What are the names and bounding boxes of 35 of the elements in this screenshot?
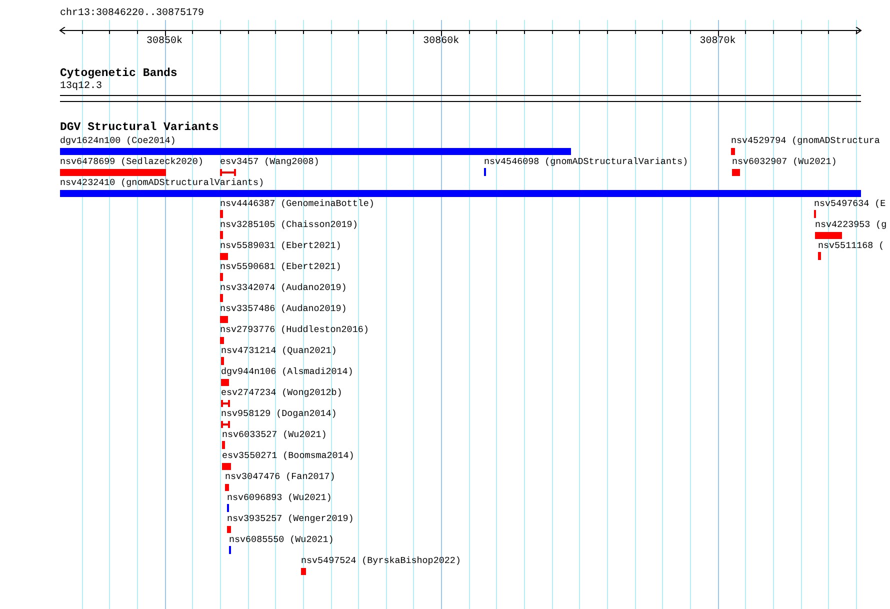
variant-label: esv3550271 (Boomsma2014) <box>222 450 354 462</box>
variant-label: esv2747234 (Wong2012b) <box>221 387 342 399</box>
variant-label: nsv2793776 (Huddleston2016) <box>220 324 369 336</box>
variant-label: nsv6096893 (Wu2021) <box>227 492 332 504</box>
track-title: Cytogenetic Bands <box>60 68 178 80</box>
variant-label: nsv4731214 (Quan2021) <box>221 345 337 357</box>
tick-label: 30870k <box>700 36 736 47</box>
variant-label: nsv4232410 (gnomADStructuralVariants) <box>60 177 264 189</box>
track-title: DGV Structural Variants <box>60 122 219 134</box>
variant-label: dgv1624n100 (Coe2014) <box>60 135 176 147</box>
variant-label: nsv5497524 (ByrskaBishop2022) <box>301 555 461 567</box>
variant-label: nsv5511168 ( <box>818 240 884 252</box>
tick-label: 30860k <box>423 36 460 47</box>
variant-label: nsv6478699 (Sedlazeck2020) <box>60 156 204 168</box>
variant-label: nsv4223953 (g <box>815 219 887 231</box>
variant-label: nsv3935257 (Wenger2019) <box>227 513 354 525</box>
variant-label: esv3457 (Wang2008) <box>220 156 320 168</box>
location-label: chr13:30846220..30875179 <box>60 8 204 20</box>
variant-label: nsv5590681 (Ebert2021) <box>220 261 342 273</box>
variant-label: nsv5589031 (Ebert2021) <box>220 240 342 252</box>
tick-label: 30850k <box>146 36 183 47</box>
variant-label: nsv6085550 (Wu2021) <box>229 534 334 546</box>
variant-label: nsv6033527 (Wu2021) <box>222 429 327 441</box>
variant-label: nsv3357486 (Audano2019) <box>220 303 347 315</box>
variant-label: nsv4529794 (gnomADStructura <box>731 135 880 147</box>
variant-label: nsv3285105 (Chaisson2019) <box>220 219 358 231</box>
variant-label: nsv3047476 (Fan2017) <box>225 471 336 483</box>
variant-label: nsv958129 (Dogan2014) <box>221 408 337 420</box>
variant-label: dgv944n106 (Alsmadi2014) <box>221 366 354 378</box>
cytoband-label: 13q12.3 <box>60 81 102 93</box>
variant-label: nsv6032907 (Wu2021) <box>732 156 837 168</box>
variant-label: nsv4446387 (GenomeinaBottle) <box>220 198 374 210</box>
variant-label: nsv4546098 (gnomADStructuralVariants) <box>484 156 688 168</box>
variant-label: nsv5497634 (E <box>814 198 886 210</box>
variant-label: nsv3342074 (Audano2019) <box>220 282 347 294</box>
